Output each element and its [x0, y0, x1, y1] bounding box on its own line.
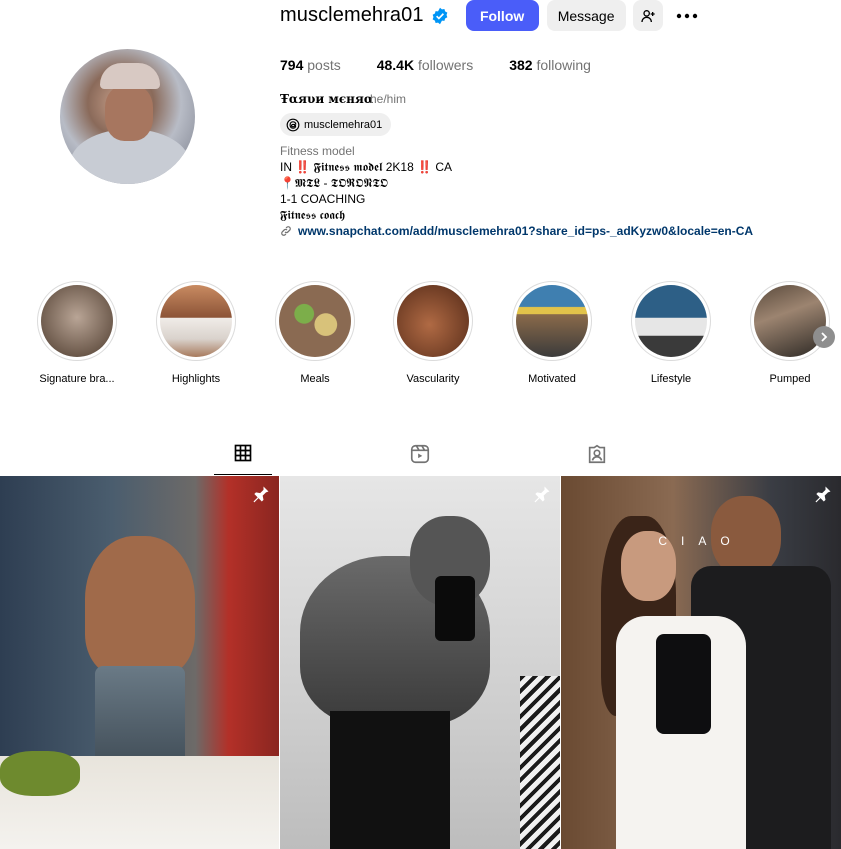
posts-grid: CIAO [0, 476, 841, 849]
reels-icon [410, 444, 430, 464]
follow-button[interactable]: Follow [465, 0, 539, 31]
full-name: Ŧαяυи мєняα [280, 92, 374, 106]
grid-icon [234, 444, 252, 462]
bio: Fitness model IN ‼️ 𝕱𝖎𝖙𝖓𝖊𝖘𝖘 𝖒𝖔𝖉𝖊𝖑 2K18 ‼… [280, 143, 452, 223]
post-tile[interactable] [280, 476, 560, 849]
highlight-lifestyle[interactable]: Lifestyle [616, 281, 726, 385]
category-label: Fitness model [280, 144, 355, 158]
pin-icon [253, 486, 269, 503]
external-link[interactable]: www.snapchat.com/add/musclemehra01?share… [280, 224, 753, 238]
highlights-next-button[interactable] [813, 326, 835, 348]
highlight-meals[interactable]: Meals [260, 281, 370, 385]
highlight-motivated[interactable]: Motivated [497, 281, 607, 385]
posts-stat: 794 posts [280, 57, 341, 73]
suggested-users-button[interactable] [632, 0, 663, 31]
tab-posts[interactable] [214, 437, 272, 475]
bio-line: 📍𝕸𝕿𝕷 - 𝕿𝕺𝕽𝕺𝕹𝕿𝕺 [280, 176, 388, 190]
more-options-icon[interactable] [675, 4, 699, 28]
threads-handle: musclemehra01 [304, 118, 383, 131]
profile-tabs [0, 437, 841, 475]
tab-tagged[interactable] [568, 437, 626, 475]
pin-icon [815, 486, 831, 503]
post-overlay-text: CIAO [658, 534, 744, 548]
link-text: www.snapchat.com/add/musclemehra01?share… [298, 224, 754, 238]
story-highlights: Signature bra... Highlights Meals Vascul… [0, 281, 841, 391]
post-tile[interactable]: CIAO [561, 476, 841, 849]
message-button[interactable]: Message [546, 0, 626, 31]
following-stat[interactable]: 382 following [509, 57, 591, 73]
pronouns: he/him [370, 92, 407, 106]
threads-icon [286, 118, 300, 131]
pin-icon [534, 486, 550, 503]
highlight-highlights[interactable]: Highlights [141, 281, 251, 385]
verified-badge-icon [432, 7, 447, 24]
bio-line: IN ‼️ 𝕱𝖎𝖙𝖓𝖊𝖘𝖘 𝖒𝖔𝖉𝖊𝖑 2K18 ‼️ CA [280, 160, 453, 174]
bio-line: 𝕱𝖎𝖙𝖓𝖊𝖘𝖘 𝖈𝖔𝖆𝖈𝖍 [280, 208, 346, 222]
highlight-signature[interactable]: Signature bra... [22, 281, 132, 385]
highlight-vascularity[interactable]: Vascularity [378, 281, 488, 385]
tab-reels[interactable] [391, 437, 449, 475]
bio-line: 1-1 COACHING [280, 192, 366, 206]
followers-stat[interactable]: 48.4K followers [377, 57, 474, 73]
threads-link[interactable]: musclemehra01 [280, 113, 392, 136]
profile-stats: 794 posts 48.4K followers 382 following [280, 57, 627, 73]
username: musclemehra01 [280, 4, 424, 26]
add-person-icon [640, 9, 655, 22]
chevron-right-icon [821, 332, 828, 342]
link-icon [281, 226, 291, 236]
tagged-icon [588, 444, 606, 464]
profile-header: musclemehra01 Follow Message [280, 0, 699, 31]
post-tile[interactable] [0, 476, 279, 849]
profile-avatar[interactable] [60, 49, 195, 184]
